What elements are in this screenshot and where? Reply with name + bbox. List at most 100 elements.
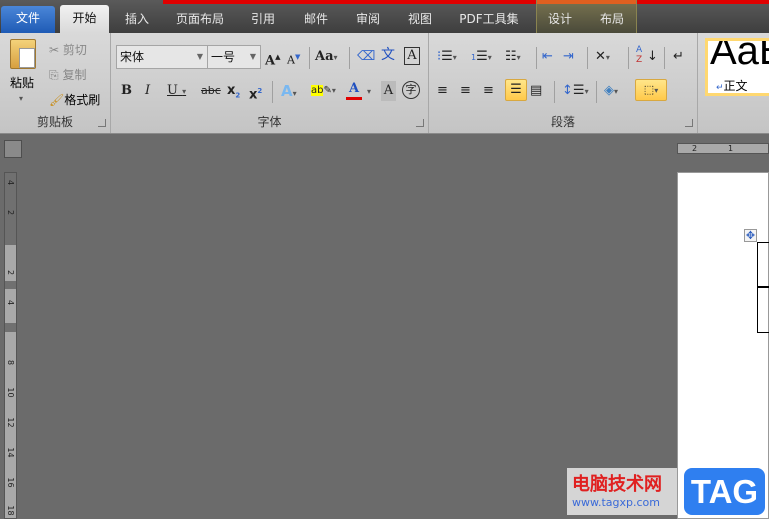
paragraph-dialog-launcher[interactable] [685,119,693,127]
sort-icon[interactable]: AZ [636,45,642,65]
scissors-icon: ✂ [49,43,60,57]
tab-view[interactable]: 视图 [403,8,437,33]
separator [536,47,537,69]
italic-icon[interactable]: I [145,81,150,101]
tab-table-layout[interactable]: 布局 [595,8,629,33]
increase-indent-icon[interactable]: ⇥ [563,47,574,67]
ruler-tick: 2 [692,144,698,153]
subscript-icon[interactable]: x2 [227,81,240,101]
tab-file[interactable]: 文件 [1,6,55,33]
ruler-tick: 18 [6,505,15,516]
font-size-combo[interactable]: 一号 ▼ [207,45,261,69]
ruler-tick: 14 [6,447,15,458]
paste-icon[interactable] [10,39,36,69]
cut-label: 剪切 [62,43,87,57]
tab-mailings[interactable]: 邮件 [299,8,333,33]
font-group: 宋体 ▼ 一号 ▼ A▲ A▼ Aa▾ ⌫ 文 A B I U ▾ abc x2 x… [111,33,429,133]
justify-icon[interactable]: ☰ [505,79,527,101]
ruler-margin [5,323,16,332]
tab-references[interactable]: 引用 [246,8,280,33]
style-normal[interactable]: AaB ↵正文 [705,38,769,96]
line-spacing-icon[interactable]: ↕☰▾ [562,81,589,101]
separator [309,47,310,69]
phonetic-guide-icon[interactable]: 文 [381,45,395,65]
grow-font-icon[interactable]: A▲ [265,47,280,68]
ruler-tick: 1 [728,144,734,153]
font-name-combo[interactable]: 宋体 ▼ [116,45,208,69]
separator [587,47,588,69]
tab-pdf-tools[interactable]: PDF工具集 [455,8,523,33]
document-table[interactable] [757,242,769,333]
tab-home[interactable]: 开始 [60,5,109,34]
font-size-value: 一号 [211,50,236,64]
table-move-handle-icon[interactable]: ✥ [744,229,757,242]
superscript-icon[interactable]: x2 [249,81,262,102]
font-group-label: 字体 [257,115,282,129]
ruler-tick: 12 [6,417,15,428]
distributed-icon[interactable]: ▤ [530,81,542,101]
ruler-tick: 4 [6,179,15,186]
strikethrough-icon[interactable]: abc [201,81,221,101]
copy-icon: ⎘ [49,68,59,82]
tag-logo: TAG [684,468,765,515]
document-page[interactable] [677,172,769,519]
clipboard-group-label: 剪贴板 [36,115,73,129]
character-shading-icon[interactable]: A [381,81,396,101]
tab-insert[interactable]: 插入 [120,8,154,33]
decrease-indent-icon[interactable]: ⇤ [542,47,553,67]
ruler-tick: 10 [6,387,15,398]
enclose-characters-icon[interactable]: 字 [402,81,420,99]
sort-arrow-icon: ↓ [647,49,658,64]
horizontal-ruler[interactable]: 2 1 [677,143,769,154]
tab-table-design[interactable]: 设计 [543,8,577,33]
character-border-icon[interactable]: A [404,47,420,65]
ruler-tick: 16 [6,477,15,488]
chinese-layout-icon[interactable]: ✕▾ [595,47,610,67]
bullets-icon[interactable]: ⁝☰▾ [437,47,457,67]
copy-label: 复制 [62,68,87,82]
font-dialog-launcher[interactable] [416,119,424,127]
highlight-color-icon[interactable]: ab✎▾ [311,81,336,101]
ruler-tick: 2 [6,269,15,276]
change-case-icon[interactable]: Aa▾ [315,47,338,67]
align-right-icon[interactable]: ≡ [483,81,494,101]
font-name-value: 宋体 [120,50,145,64]
watermark: 电脑技术网 www.tagxp.com [567,468,677,515]
multilevel-list-icon[interactable]: ☷▾ [505,47,521,67]
clipboard-group: 粘贴 ▾ ✂ 剪切 ⎘ 复制 🖌格式刷 剪贴板 [0,33,111,133]
cut-button[interactable]: ✂ 剪切 [49,41,87,58]
separator [554,81,555,103]
font-color-icon[interactable]: A [346,79,362,100]
align-left-icon[interactable]: ≡ [437,81,448,101]
vertical-ruler[interactable]: 4 2 2 4 8 10 12 14 16 18 [4,172,17,519]
text-effects-icon[interactable]: A▾ [281,81,297,101]
watermark-url: www.tagxp.com [572,496,660,509]
paragraph-group-label: 段落 [550,115,575,129]
show-marks-icon[interactable]: ↵ [673,47,684,67]
chevron-down-icon[interactable]: ▼ [197,46,203,68]
style-preview: AaB [710,38,769,73]
paste-dropdown-icon[interactable]: ▾ [19,94,23,103]
align-center-icon[interactable]: ≡ [460,81,471,101]
shrink-font-icon[interactable]: A▼ [287,47,300,67]
numbering-icon[interactable]: 1☰▾ [471,47,492,67]
underline-icon[interactable]: U ▾ [167,81,186,101]
borders-button[interactable]: ⬚▾ [635,79,667,101]
tab-selector[interactable] [4,140,22,158]
shading-icon[interactable]: ◈▾ [604,81,618,101]
font-color-dropdown-icon[interactable]: ▾ [367,87,371,96]
clear-formatting-icon[interactable]: ⌫ [357,47,375,67]
chevron-down-icon[interactable]: ▼ [250,46,256,68]
tab-review[interactable]: 审阅 [351,8,385,33]
bold-icon[interactable]: B [121,81,132,101]
paste-button[interactable]: 粘贴 [10,74,34,91]
tab-page-layout[interactable]: 页面布局 [170,8,230,33]
separator [664,47,665,69]
format-painter-button[interactable]: 🖌格式刷 [49,91,100,108]
paragraph-group: ⁝☰▾ 1☰▾ ☷▾ ⇤ ⇥ ✕▾ AZ ↓ ↵ ≡ ≡ ≡ ☰ ▤ ↕☰▾ ◈… [429,33,698,133]
ruler-margin [5,281,16,289]
copy-button[interactable]: ⎘ 复制 [49,66,86,83]
clipboard-dialog-launcher[interactable] [98,119,106,127]
title-accent-line [163,0,769,4]
ruler-tick: 8 [6,359,15,366]
